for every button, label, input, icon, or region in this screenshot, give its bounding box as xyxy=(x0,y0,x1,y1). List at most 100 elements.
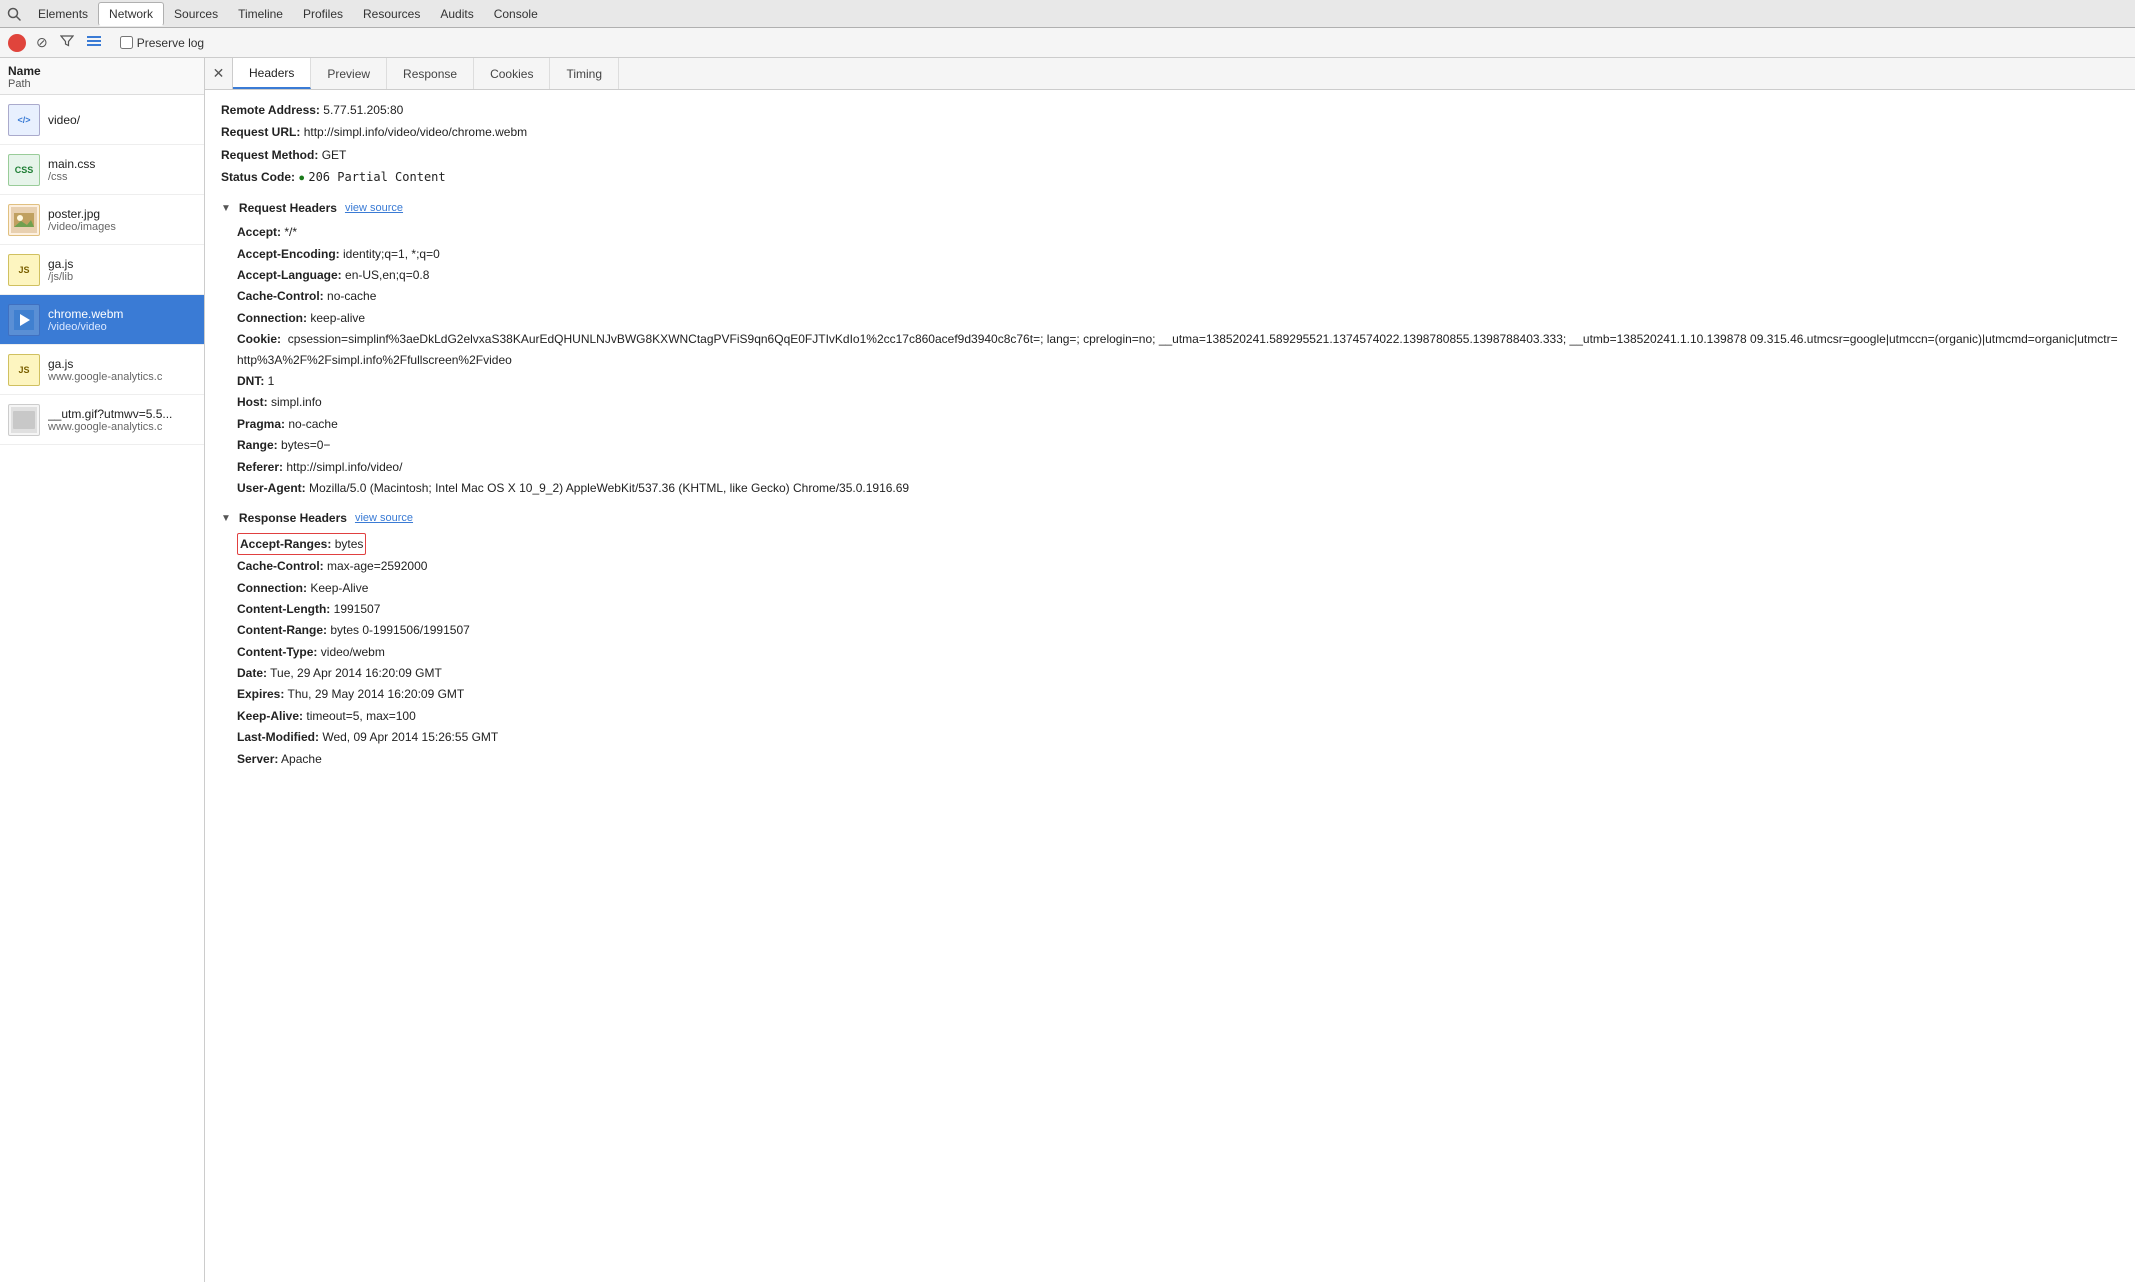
file-item-posterjpg[interactable]: poster.jpg /video/images xyxy=(0,195,204,245)
hdr-dnt: DNT: 1 xyxy=(237,371,2119,391)
tab-sources[interactable]: Sources xyxy=(164,3,228,25)
collapse-triangle-response[interactable]: ▼ xyxy=(221,510,231,527)
file-item-chromewebm[interactable]: chrome.webm /video/video xyxy=(0,295,204,345)
filter-icon[interactable] xyxy=(58,34,76,51)
request-url-row: Request URL: http://simpl.info/video/vid… xyxy=(221,122,2119,142)
file-icon-js2: JS xyxy=(8,354,40,386)
hdr-accept-language: Accept-Language: en-US,en;q=0.8 xyxy=(237,265,2119,285)
main-layout: Name Path </> video/ CSS main.css /css xyxy=(0,58,2135,1282)
response-headers-label: Response Headers xyxy=(239,508,347,528)
detail-tabs: Headers Preview Response Cookies Timing xyxy=(233,58,619,89)
hdr-resp-connection: Connection: Keep-Alive xyxy=(237,578,2119,598)
file-item-maincss[interactable]: CSS main.css /css xyxy=(0,145,204,195)
tab-headers[interactable]: Headers xyxy=(233,58,311,89)
file-name: chrome.webm xyxy=(48,307,123,321)
preserve-log-checkbox[interactable] xyxy=(120,36,133,49)
tab-preview[interactable]: Preview xyxy=(311,58,387,89)
detail-content: Remote Address: 5.77.51.205:80 Request U… xyxy=(205,90,2135,1282)
file-info: video/ xyxy=(48,113,80,127)
tab-network[interactable]: Network xyxy=(98,2,164,26)
preserve-log-area: Preserve log xyxy=(120,36,204,50)
file-icon-webm xyxy=(8,304,40,336)
file-info: main.css /css xyxy=(48,157,95,183)
file-name: video/ xyxy=(48,113,80,127)
tab-audits[interactable]: Audits xyxy=(430,3,483,25)
request-headers-title: ▼ Request Headers view source xyxy=(221,198,2119,218)
file-path: /css xyxy=(48,171,95,183)
tab-timeline[interactable]: Timeline xyxy=(228,3,293,25)
tab-resources[interactable]: Resources xyxy=(353,3,430,25)
list-icon[interactable] xyxy=(84,34,104,51)
remote-address-key: Remote Address: xyxy=(221,103,320,117)
tab-console[interactable]: Console xyxy=(484,3,548,25)
tab-response[interactable]: Response xyxy=(387,58,474,89)
detail-header: ✕ Headers Preview Response Cookies Timin… xyxy=(205,58,2135,90)
file-item-utmgif[interactable]: __utm.gif?utmwv=5.5... www.google-analyt… xyxy=(0,395,204,445)
file-path: www.google-analytics.c xyxy=(48,371,162,383)
file-path: /video/video xyxy=(48,321,123,333)
no-entry-icon[interactable]: ⊘ xyxy=(34,34,50,51)
accept-ranges-highlight: Accept-Ranges: bytes xyxy=(237,533,366,555)
file-list: </> video/ CSS main.css /css xyxy=(0,95,204,1282)
file-name: main.css xyxy=(48,157,95,171)
column-name: Name xyxy=(8,64,196,78)
response-headers-title: ▼ Response Headers view source xyxy=(221,508,2119,528)
status-code-row: Status Code: ● 206 Partial Content xyxy=(221,167,2119,188)
hdr-keep-alive: Keep-Alive: timeout=5, max=100 xyxy=(237,706,2119,726)
tab-elements[interactable]: Elements xyxy=(28,3,98,25)
response-headers-view-source[interactable]: view source xyxy=(355,509,413,528)
file-path: /js/lib xyxy=(48,271,73,283)
file-info: poster.jpg /video/images xyxy=(48,207,116,233)
collapse-triangle[interactable]: ▼ xyxy=(221,200,231,217)
hdr-accept-encoding: Accept-Encoding: identity;q=1, *;q=0 xyxy=(237,244,2119,264)
request-url-val: http://simpl.info/video/video/chrome.web… xyxy=(304,125,527,139)
response-headers-list: Accept-Ranges: bytes Cache-Control: max-… xyxy=(221,533,2119,769)
file-item-gajs[interactable]: JS ga.js /js/lib xyxy=(0,245,204,295)
file-name: poster.jpg xyxy=(48,207,116,221)
search-icon[interactable] xyxy=(4,4,24,24)
hdr-resp-cache-control: Cache-Control: max-age=2592000 xyxy=(237,556,2119,576)
record-button[interactable] xyxy=(8,34,26,52)
hdr-connection: Connection: keep-alive xyxy=(237,308,2119,328)
hdr-range: Range: bytes=0− xyxy=(237,435,2119,455)
status-code-val: ● 206 Partial Content xyxy=(298,170,445,184)
request-headers-label: Request Headers xyxy=(239,198,337,218)
hdr-cookie: Cookie: cpsession=simplinf%3aeDkLdG2elvx… xyxy=(237,329,2119,370)
request-headers-list: Accept: */* Accept-Encoding: identity;q=… xyxy=(221,222,2119,498)
hdr-expires: Expires: Thu, 29 May 2014 16:20:09 GMT xyxy=(237,684,2119,704)
hdr-pragma: Pragma: no-cache xyxy=(237,414,2119,434)
tab-timing[interactable]: Timing xyxy=(550,58,619,89)
remote-address-val: 5.77.51.205:80 xyxy=(323,103,403,117)
right-panel: ✕ Headers Preview Response Cookies Timin… xyxy=(205,58,2135,1282)
request-method-row: Request Method: GET xyxy=(221,145,2119,165)
status-dot: ● xyxy=(298,172,305,184)
file-icon-html: </> xyxy=(8,104,40,136)
hdr-server: Server: Apache xyxy=(237,749,2119,769)
left-panel: Name Path </> video/ CSS main.css /css xyxy=(0,58,205,1282)
request-method-val: GET xyxy=(322,148,347,162)
file-info: ga.js /js/lib xyxy=(48,257,73,283)
close-button[interactable]: ✕ xyxy=(205,58,233,90)
tab-cookies[interactable]: Cookies xyxy=(474,58,550,89)
file-icon-gif xyxy=(8,404,40,436)
preserve-log-label[interactable]: Preserve log xyxy=(137,36,204,50)
request-headers-view-source[interactable]: view source xyxy=(345,199,403,218)
file-info: ga.js www.google-analytics.c xyxy=(48,357,162,383)
file-item-gajs2[interactable]: JS ga.js www.google-analytics.c xyxy=(0,345,204,395)
file-icon-jpg xyxy=(8,204,40,236)
file-name: ga.js xyxy=(48,257,73,271)
file-item-video[interactable]: </> video/ xyxy=(0,95,204,145)
hdr-last-modified: Last-Modified: Wed, 09 Apr 2014 15:26:55… xyxy=(237,727,2119,747)
file-icon-css: CSS xyxy=(8,154,40,186)
tab-profiles[interactable]: Profiles xyxy=(293,3,353,25)
hdr-cache-control: Cache-Control: no-cache xyxy=(237,286,2119,306)
file-path: www.google-analytics.c xyxy=(48,421,172,433)
file-path: /video/images xyxy=(48,221,116,233)
hdr-referer: Referer: http://simpl.info/video/ xyxy=(237,457,2119,477)
remote-address-row: Remote Address: 5.77.51.205:80 xyxy=(221,100,2119,120)
hdr-content-type: Content-Type: video/webm xyxy=(237,642,2119,662)
hdr-accept-ranges: Accept-Ranges: bytes xyxy=(237,533,2119,555)
request-method-key: Request Method: xyxy=(221,148,318,162)
file-name: __utm.gif?utmwv=5.5... xyxy=(48,407,172,421)
status-code-text: 206 Partial Content xyxy=(308,170,445,184)
